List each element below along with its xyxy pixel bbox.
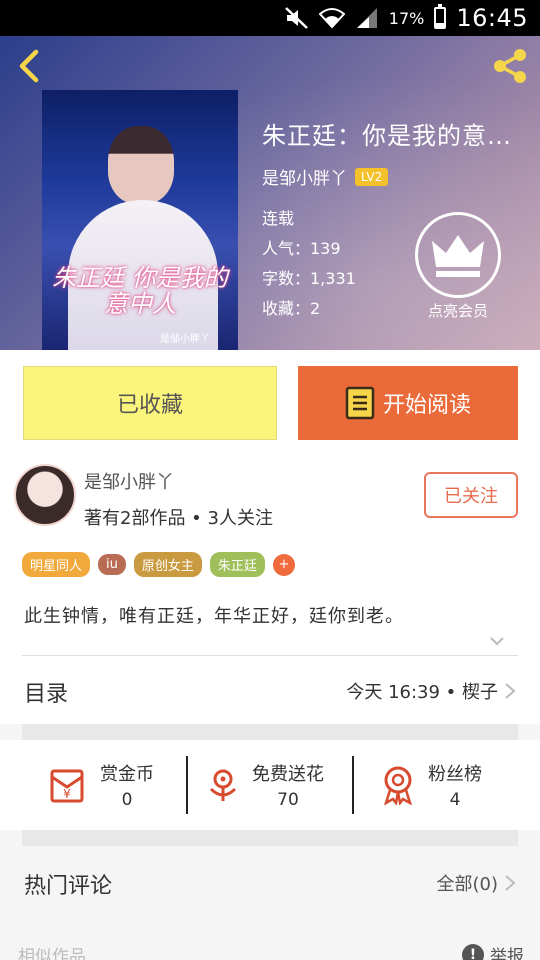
- reward-label: 赏金币: [100, 764, 154, 785]
- battery-icon: [434, 4, 447, 29]
- share-icon: [494, 49, 526, 83]
- battery-percent: 17%: [388, 8, 425, 28]
- chevron-right-icon: [505, 875, 516, 891]
- fan-ranking-button[interactable]: 粉丝榜 4: [380, 754, 482, 816]
- flowers-value: 70: [277, 790, 299, 810]
- back-button[interactable]: [14, 48, 46, 84]
- medal-icon: [384, 766, 412, 805]
- all-comments-link[interactable]: 全部(0): [437, 870, 517, 896]
- avatar[interactable]: [14, 464, 76, 526]
- tag-list: 明星同人 iu 原创女主 朱正廷 +: [22, 552, 295, 577]
- flower-icon: [209, 769, 237, 801]
- reward-value: 0: [121, 790, 133, 810]
- crown-icon: [415, 212, 501, 298]
- send-flowers-button[interactable]: 免费送花 70: [206, 754, 324, 816]
- author-name[interactable]: 是邹小胖丫: [84, 468, 174, 494]
- collected-label: 已收藏: [116, 393, 183, 418]
- catalog-row[interactable]: 目录 今天 16:39 • 楔子: [0, 656, 540, 724]
- book-status: 连载: [262, 209, 295, 228]
- book-favorites: 收藏：2: [262, 299, 321, 318]
- report-label: 举报: [490, 947, 524, 960]
- header-author-name[interactable]: 是邹小胖丫: [262, 164, 347, 189]
- start-reading-button[interactable]: 开始阅读: [298, 366, 518, 440]
- vip-label: 点亮会员: [427, 302, 488, 320]
- report-button[interactable]: ! 举报: [462, 942, 524, 960]
- all-comments-label: 全部(0): [436, 874, 499, 895]
- description-text: 此生钟情，唯有正廷，年华正好，廷你到老。: [24, 606, 404, 627]
- author-stats: 著有2部作品 • 3人关注: [84, 508, 273, 529]
- header-author-line: 是邹小胖丫 LV2: [262, 164, 389, 189]
- collected-button[interactable]: 已收藏: [23, 366, 277, 440]
- chevron-right-icon: [505, 683, 516, 699]
- signal-icon: [356, 8, 377, 28]
- follow-button[interactable]: 已关注: [424, 472, 518, 518]
- author-card: 是邹小胖丫 著有2部作品 • 3人关注 已关注 明星同人 iu 原创女主 朱正廷…: [0, 456, 540, 588]
- bottom-row: 相似作品 ! 举报: [0, 930, 540, 960]
- share-button[interactable]: [490, 46, 530, 86]
- warning-icon: !: [462, 943, 484, 960]
- action-bar: 已收藏 开始阅读: [0, 350, 540, 456]
- stat-divider: [186, 756, 188, 814]
- start-reading-label: 开始阅读: [382, 393, 471, 418]
- description-section: 此生钟情，唯有正廷，年华正好，廷你到老。: [0, 588, 540, 656]
- hot-comments-title: 热门评论: [24, 874, 113, 899]
- similar-works-title: 相似作品: [18, 947, 86, 960]
- fans-label: 粉丝榜: [428, 764, 482, 785]
- tag-item[interactable]: 原创女主: [133, 552, 202, 577]
- section-separator: [22, 830, 518, 846]
- cover-author-art: 是邹小胖丫: [160, 334, 210, 345]
- fans-value: 4: [449, 790, 461, 810]
- book-word-count: 字数：1,331: [262, 269, 356, 288]
- cover-person: [108, 126, 174, 204]
- vip-button[interactable]: 点亮会员: [414, 212, 502, 321]
- book-title: 朱正廷：你是我的意…: [262, 122, 512, 150]
- back-arrow-icon: [19, 49, 39, 83]
- book-header: 朱正廷 你是我的意中人 是邹小胖丫 朱正廷：你是我的意… 是邹小胖丫 LV2 连…: [0, 36, 540, 350]
- level-badge: LV2: [355, 167, 389, 186]
- stats-row: ¥ 赏金币 0 免费送花 70 粉丝榜 4: [0, 740, 540, 830]
- hot-comments-header: 热门评论 全部(0): [0, 846, 540, 916]
- book-popularity: 人气：139: [262, 239, 341, 258]
- status-bar: 17% 16:45: [0, 0, 540, 36]
- cover-title-art: 朱正廷 你是我的意中人: [52, 264, 228, 318]
- book-cover[interactable]: 朱正廷 你是我的意中人 是邹小胖丫: [42, 90, 238, 350]
- red-envelope-icon: ¥: [50, 769, 84, 803]
- wifi-icon: [318, 8, 345, 29]
- book-meta: 连载 人气：139 字数：1,331 收藏：2: [262, 204, 356, 324]
- book-icon: [345, 386, 375, 420]
- stat-divider: [352, 756, 354, 814]
- chevron-down-icon[interactable]: [490, 634, 504, 648]
- svg-text:¥: ¥: [63, 787, 71, 801]
- reward-coins-button[interactable]: ¥ 赏金币 0: [48, 754, 154, 816]
- tag-item[interactable]: 明星同人: [22, 552, 91, 577]
- add-tag-button[interactable]: +: [272, 553, 295, 576]
- mute-icon: [284, 7, 308, 29]
- clock: 16:45: [456, 4, 528, 32]
- latest-chapter: 今天 16:39 • 楔子: [346, 682, 498, 703]
- tag-item[interactable]: 朱正廷: [209, 552, 265, 577]
- catalog-title: 目录: [24, 682, 69, 707]
- flowers-label: 免费送花: [252, 764, 324, 785]
- tag-item[interactable]: iu: [98, 554, 126, 575]
- follow-label: 已关注: [444, 486, 498, 507]
- section-separator: [22, 724, 518, 740]
